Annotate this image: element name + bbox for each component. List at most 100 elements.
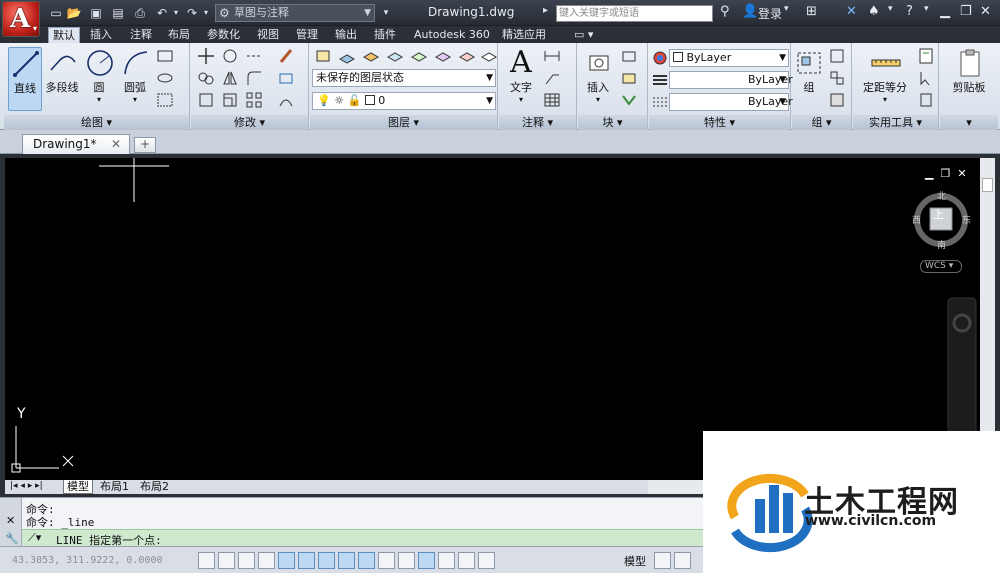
tab-default[interactable]: 默认 bbox=[48, 27, 80, 43]
lineweight-toggle[interactable] bbox=[398, 552, 415, 569]
polar-toggle[interactable] bbox=[278, 552, 295, 569]
copy-icon[interactable] bbox=[197, 69, 215, 87]
layer-states-icon[interactable] bbox=[338, 47, 356, 65]
tab-featured-apps[interactable]: 精选应用 bbox=[498, 27, 550, 43]
3d-osnap-toggle[interactable] bbox=[318, 552, 335, 569]
restore-icon[interactable]: ❐ bbox=[940, 167, 950, 180]
wrench-icon[interactable]: 🔧 bbox=[5, 532, 19, 545]
id-point-icon[interactable] bbox=[917, 91, 935, 109]
chevron-down-icon[interactable]: ▾ bbox=[82, 95, 116, 104]
insert-block-tool[interactable]: 插入 ▾ bbox=[580, 47, 616, 104]
redo-dropdown-icon[interactable]: ▾ bbox=[198, 5, 214, 21]
snap-toggle[interactable] bbox=[218, 552, 235, 569]
quick-view-layouts-icon[interactable] bbox=[654, 552, 671, 569]
quick-access-customize-icon[interactable]: ▾ bbox=[378, 5, 394, 21]
fillet-icon[interactable] bbox=[245, 69, 263, 87]
line-tool[interactable]: 直线 bbox=[8, 47, 42, 111]
tab-view[interactable]: 视图 bbox=[253, 27, 283, 43]
tab-parametric[interactable]: 参数化 bbox=[203, 27, 244, 43]
close-icon[interactable]: ✕ bbox=[957, 167, 966, 180]
viewcube-south[interactable]: 南 bbox=[937, 238, 946, 251]
search-expand-icon[interactable]: ▸ bbox=[543, 5, 548, 16]
tab-layout-1[interactable]: 布局1 bbox=[97, 480, 132, 494]
paste-tool[interactable]: 剪贴板 bbox=[944, 47, 994, 95]
match-properties-icon[interactable] bbox=[651, 49, 669, 67]
layer-freeze-icon[interactable] bbox=[386, 47, 404, 65]
panel-draw-title[interactable]: 绘图 ▾ bbox=[4, 115, 189, 130]
linear-dimension-icon[interactable] bbox=[543, 47, 561, 65]
layout-nav-icon[interactable]: |◂ ◂ ▸ ▸| bbox=[7, 480, 46, 494]
help-icon[interactable]: ? bbox=[906, 4, 913, 19]
measure-tool[interactable]: 定距等分 ▾ bbox=[857, 47, 913, 104]
exchange-icon[interactable]: ✕ bbox=[846, 4, 857, 19]
application-menu-button[interactable]: A ▾ bbox=[2, 1, 40, 37]
model-space-button[interactable]: 模型 bbox=[624, 553, 646, 569]
user-icon[interactable]: 👤 bbox=[742, 4, 758, 19]
connect-icon[interactable]: ♠ bbox=[868, 4, 880, 19]
linetype-icon[interactable] bbox=[651, 93, 669, 111]
panel-block-title[interactable]: 块 ▾ bbox=[578, 115, 647, 130]
binoculars-icon[interactable]: ⚲ bbox=[720, 4, 730, 19]
close-icon[interactable]: ✕ bbox=[980, 4, 991, 19]
tab-manage[interactable]: 管理 bbox=[292, 27, 322, 43]
tab-autodesk-360[interactable]: Autodesk 360 bbox=[410, 27, 494, 43]
color-select[interactable]: ByLayer ▼ bbox=[669, 49, 789, 67]
explode-icon[interactable] bbox=[277, 69, 295, 87]
quick-properties-toggle[interactable] bbox=[438, 552, 455, 569]
panel-properties-title[interactable]: 特性 ▾ bbox=[649, 115, 790, 130]
viewcube-top-face[interactable]: 上 bbox=[933, 206, 944, 222]
chevron-down-icon[interactable]: ▾ bbox=[118, 95, 152, 104]
quick-calc-icon[interactable] bbox=[917, 47, 935, 65]
tab-output[interactable]: 输出 bbox=[331, 27, 361, 43]
linetype-select[interactable]: ByLayer ▼ bbox=[669, 93, 793, 111]
layer-walk-icon[interactable] bbox=[458, 47, 476, 65]
lineweight-icon[interactable] bbox=[651, 71, 669, 89]
viewcube-north[interactable]: 北 bbox=[937, 189, 946, 202]
tab-insert[interactable]: 插入 bbox=[86, 27, 116, 43]
search-input[interactable]: 键入关键字或短语 bbox=[556, 5, 713, 22]
undo-dropdown-icon[interactable]: ▾ bbox=[168, 5, 184, 21]
layer-match-icon[interactable] bbox=[410, 47, 428, 65]
close-icon[interactable]: ✕ bbox=[6, 514, 15, 527]
chevron-down-icon[interactable]: ▾ bbox=[503, 95, 539, 104]
new-tab-button[interactable]: + bbox=[134, 137, 156, 153]
ortho-toggle[interactable] bbox=[258, 552, 275, 569]
grid-toggle[interactable] bbox=[238, 552, 255, 569]
layer-off-icon[interactable] bbox=[480, 47, 498, 65]
table-icon[interactable] bbox=[543, 91, 561, 109]
new-file-icon[interactable]: ▭ bbox=[48, 5, 64, 21]
document-tab[interactable]: Drawing1* ✕ bbox=[22, 134, 130, 154]
open-file-icon[interactable]: 📂 bbox=[66, 5, 82, 21]
panel-clipboard-title[interactable]: ▾ bbox=[940, 115, 998, 130]
otrack-toggle[interactable] bbox=[338, 552, 355, 569]
tab-model[interactable]: 模型 bbox=[63, 480, 93, 494]
panel-utilities-title[interactable]: 实用工具 ▾ bbox=[853, 115, 938, 130]
layer-select[interactable]: 💡 ☼ 🔓 0 ▼ bbox=[312, 92, 496, 110]
minimize-icon[interactable]: ▁ bbox=[940, 4, 950, 19]
restore-icon[interactable]: ❐ bbox=[960, 4, 972, 19]
lineweight-select[interactable]: ByLayer ▼ bbox=[669, 71, 793, 89]
transparency-toggle[interactable] bbox=[418, 552, 435, 569]
offset-icon[interactable] bbox=[277, 91, 295, 109]
help-dropdown-icon[interactable]: ▾ bbox=[924, 4, 929, 14]
chevron-down-icon[interactable]: ▾ bbox=[580, 95, 616, 104]
scrollbar-thumb[interactable] bbox=[982, 178, 993, 192]
group-tool[interactable]: 组 bbox=[794, 47, 824, 95]
osnap-toggle[interactable] bbox=[298, 552, 315, 569]
panel-layers-title[interactable]: 图层 ▾ bbox=[310, 115, 497, 130]
arc-tool[interactable]: 圆弧 ▾ bbox=[118, 47, 152, 104]
rectangle-icon[interactable] bbox=[156, 47, 174, 65]
move-icon[interactable] bbox=[197, 47, 215, 65]
group-edit-icon[interactable] bbox=[828, 69, 846, 87]
tab-plugins[interactable]: 插件 bbox=[370, 27, 400, 43]
panel-groups-title[interactable]: 组 ▾ bbox=[792, 115, 851, 130]
polyline-tool[interactable]: 多段线 bbox=[44, 47, 80, 95]
connect-dropdown-icon[interactable]: ▾ bbox=[888, 4, 893, 14]
rotate-icon[interactable] bbox=[221, 47, 239, 65]
panel-annotation-title[interactable]: 注释 ▾ bbox=[499, 115, 576, 130]
group-selection-icon[interactable] bbox=[828, 91, 846, 109]
viewcube-east[interactable]: 东 bbox=[962, 213, 971, 226]
workspace-select[interactable]: ⚙ 草图与注释 ▼ bbox=[215, 4, 375, 22]
print-icon[interactable]: ⎙ bbox=[132, 5, 148, 21]
cart-icon[interactable]: ⊞ bbox=[806, 4, 817, 19]
